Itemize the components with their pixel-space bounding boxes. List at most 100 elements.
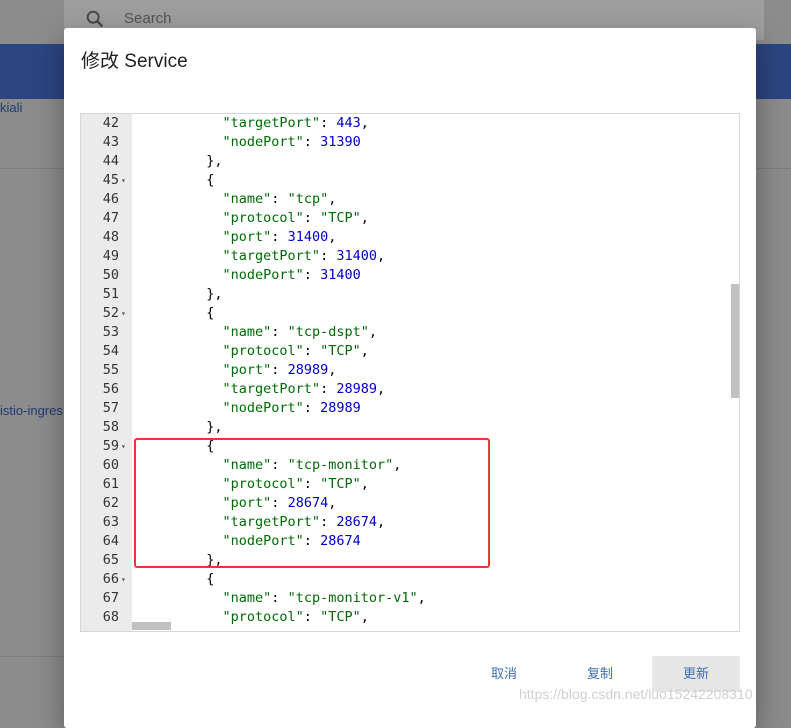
dialog-title: 修改 Service (81, 51, 188, 72)
fold-toggle-icon[interactable]: ▾ (121, 171, 126, 190)
code-line[interactable]: 44 }, (81, 152, 739, 171)
code-line[interactable]: 49 "targetPort": 31400, (81, 247, 739, 266)
json-punctuation: , (376, 514, 386, 530)
json-string: "tcp" (287, 191, 329, 207)
json-string: "TCP" (320, 343, 361, 359)
fold-toggle-icon[interactable]: ▾ (121, 437, 126, 456)
code-line[interactable]: 57 "nodePort": 28989 (81, 399, 739, 418)
code-line[interactable]: 66 ▾ { (81, 570, 739, 589)
code-text: { (190, 171, 214, 190)
code-text: "name": "tcp-monitor-v1", (190, 589, 426, 608)
json-punctuation: : (320, 514, 337, 530)
code-line[interactable]: 65 }, (81, 551, 739, 570)
json-string: "tcp-monitor-v1" (287, 590, 418, 606)
line-number: 65 (102, 552, 119, 568)
json-punctuation: , (328, 191, 337, 207)
json-punctuation (190, 381, 223, 397)
line-number: 52 (102, 305, 119, 321)
json-punctuation (190, 476, 223, 492)
code-text: "port": 28674, (190, 494, 337, 513)
code-line[interactable]: 56 "targetPort": 28989, (81, 380, 739, 399)
code-line[interactable]: 59 ▾ { (81, 437, 739, 456)
json-punctuation: }, (190, 419, 223, 435)
code-line[interactable]: 50 "nodePort": 31400 (81, 266, 739, 285)
code-line[interactable]: 67 "name": "tcp-monitor-v1", (81, 589, 739, 608)
code-line[interactable]: 45 ▾ { (81, 171, 739, 190)
code-editor[interactable]: 42 "targetPort": 443, 43 "nodePort": 3139… (80, 113, 740, 632)
code-line[interactable]: 42 "targetPort": 443, (81, 114, 739, 133)
json-punctuation (190, 134, 223, 150)
code-line[interactable]: 46 "name": "tcp", (81, 190, 739, 209)
watermark: https://blog.csdn.net/luo15242208310 (519, 686, 753, 702)
json-punctuation: , (368, 324, 377, 340)
json-key: "nodePort" (222, 400, 304, 416)
json-punctuation: : (303, 609, 321, 625)
json-punctuation: , (328, 229, 337, 245)
json-key: "port" (222, 229, 272, 245)
code-line[interactable]: 43 "nodePort": 31390 (81, 133, 739, 152)
json-punctuation: { (190, 571, 215, 587)
json-punctuation: : (271, 590, 288, 606)
json-punctuation: , (360, 609, 369, 625)
json-punctuation (190, 495, 223, 511)
vertical-scrollbar[interactable] (731, 284, 739, 398)
line-number: 58 (102, 419, 119, 435)
code-text: { (190, 570, 214, 589)
line-number: 45 (102, 172, 119, 188)
json-punctuation: { (190, 172, 215, 188)
code-line[interactable]: 58 }, (81, 418, 739, 437)
line-number: 68 (102, 609, 119, 625)
search-icon (86, 10, 104, 28)
json-key: "targetPort" (222, 248, 321, 264)
code-line[interactable]: 68 "protocol": "TCP", (81, 608, 739, 627)
json-punctuation: { (190, 305, 215, 321)
json-punctuation: }, (190, 552, 223, 568)
code-line[interactable]: 61 "protocol": "TCP", (81, 475, 739, 494)
code-line[interactable]: 54 "protocol": "TCP", (81, 342, 739, 361)
code-line[interactable]: 62 "port": 28674, (81, 494, 739, 513)
code-line[interactable]: 64 "nodePort": 28674 (81, 532, 739, 551)
json-punctuation: : (303, 267, 321, 283)
json-punctuation: : (303, 476, 321, 492)
json-punctuation: , (376, 381, 386, 397)
horizontal-scrollbar[interactable] (132, 622, 171, 630)
json-punctuation: : (271, 229, 288, 245)
code-text: "protocol": "TCP", (190, 475, 369, 494)
json-number: 31400 (287, 229, 329, 245)
background-divider (0, 168, 64, 169)
line-number: 63 (102, 514, 119, 530)
code-line[interactable]: 47 "protocol": "TCP", (81, 209, 739, 228)
code-line[interactable]: 52 ▾ { (81, 304, 739, 323)
search-placeholder: Search (124, 10, 172, 27)
json-punctuation (190, 210, 223, 226)
code-text: "nodePort": 28674 (190, 532, 361, 551)
json-punctuation: }, (190, 286, 223, 302)
line-number: 59 (102, 438, 119, 454)
json-number: 28674 (287, 495, 329, 511)
json-punctuation (190, 267, 223, 283)
code-line[interactable]: 60 "name": "tcp-monitor", (81, 456, 739, 475)
background-list-item-istio-ingress: istio-ingres (0, 403, 63, 418)
code-line[interactable]: 63 "targetPort": 28674, (81, 513, 739, 532)
json-key: "port" (222, 362, 272, 378)
code-line[interactable]: 51 }, (81, 285, 739, 304)
code-text: }, (190, 418, 223, 437)
edit-service-dialog: 修改 Service 42 "targetPort": 443, 43 "node… (64, 28, 756, 728)
json-punctuation: , (360, 343, 369, 359)
fold-toggle-icon[interactable]: ▾ (121, 304, 126, 323)
json-number: 28674 (336, 514, 377, 530)
json-punctuation: : (271, 191, 288, 207)
json-punctuation (190, 457, 223, 473)
code-text: "targetPort": 28989, (190, 380, 386, 399)
code-line[interactable]: 55 "port": 28989, (81, 361, 739, 380)
code-line[interactable]: 48 "port": 31400, (81, 228, 739, 247)
fold-toggle-icon[interactable]: ▾ (121, 570, 126, 589)
json-number: 28674 (320, 533, 361, 549)
json-punctuation (190, 362, 223, 378)
line-number: 50 (102, 267, 119, 283)
code-line[interactable]: 53 "name": "tcp-dspt", (81, 323, 739, 342)
json-number: 28989 (336, 381, 377, 397)
line-number: 51 (102, 286, 119, 302)
json-string: "tcp-monitor" (287, 457, 394, 473)
json-key: "nodePort" (222, 533, 304, 549)
